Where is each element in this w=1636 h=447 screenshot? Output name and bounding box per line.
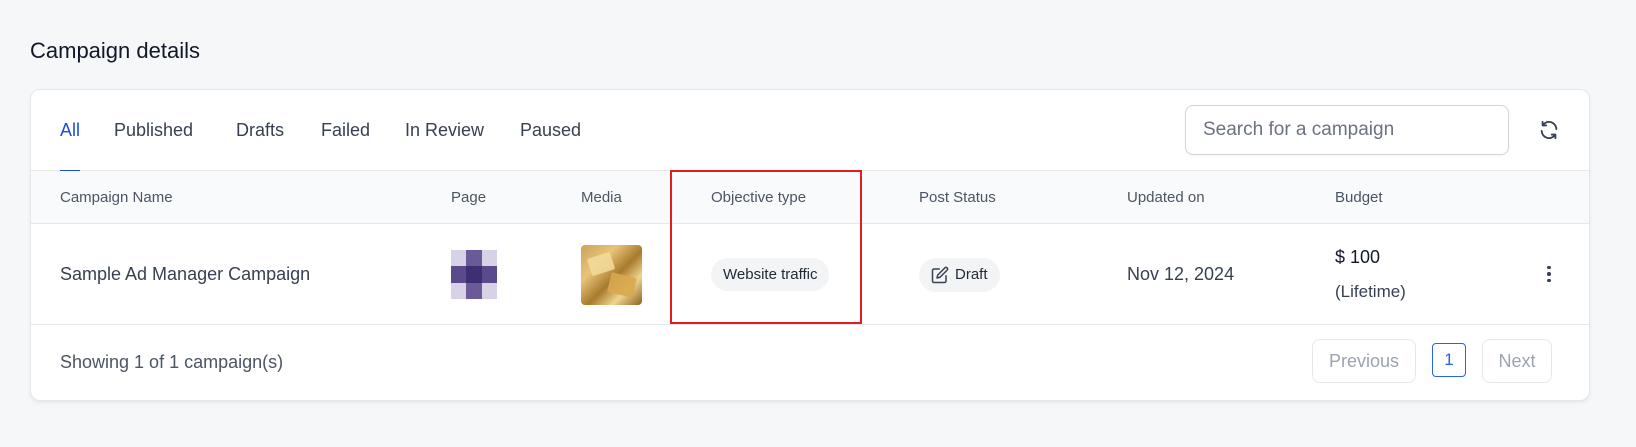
column-media: Media — [581, 189, 622, 206]
table-row[interactable]: Sample Ad Manager Campaign Website traff… — [31, 224, 1589, 325]
tab-failed[interactable]: Failed — [321, 90, 370, 171]
objective-type-badge: Website traffic — [711, 258, 830, 291]
campaign-name[interactable]: Sample Ad Manager Campaign — [60, 264, 310, 285]
updated-on-date: Nov 12, 2024 — [1127, 264, 1235, 284]
page-number-button[interactable]: 1 — [1432, 343, 1466, 377]
edit-icon — [931, 266, 949, 283]
tab-drafts[interactable]: Drafts — [236, 90, 284, 171]
column-post-status: Post Status — [919, 189, 996, 206]
search-input[interactable] — [1185, 105, 1509, 155]
showing-count: Showing 1 of 1 campaign(s) — [60, 351, 284, 372]
refresh-button[interactable] — [1535, 116, 1563, 144]
budget-type: (Lifetime) — [1335, 282, 1406, 301]
tab-in-review[interactable]: In Review — [405, 90, 484, 171]
page-title: Campaign details — [30, 38, 200, 63]
tab-published[interactable]: Published — [114, 90, 193, 171]
refresh-icon — [1540, 120, 1558, 140]
more-options-button[interactable] — [1541, 262, 1557, 286]
column-objective-type: Objective type — [711, 189, 807, 206]
post-status-badge: Draft — [919, 257, 1000, 292]
objective-type-label: Website traffic — [723, 266, 818, 283]
campaign-card: All Published Drafts Failed In Review Pa… — [30, 89, 1590, 401]
column-campaign-name: Campaign Name — [60, 189, 173, 206]
table-footer: Showing 1 of 1 campaign(s) Previous 1 Ne… — [31, 325, 1589, 399]
tab-all[interactable]: All — [60, 90, 81, 172]
budget-amount: $ 100 — [1335, 247, 1381, 267]
previous-button[interactable]: Previous — [1312, 339, 1416, 383]
column-updated-on: Updated on — [1127, 189, 1205, 206]
more-vertical-icon — [1547, 265, 1551, 270]
media-thumbnail[interactable] — [581, 244, 642, 305]
table-header: Campaign Name Page Media Objective type … — [31, 171, 1589, 224]
column-page: Page — [451, 189, 487, 206]
next-button[interactable]: Next — [1482, 339, 1552, 383]
page-avatar — [451, 249, 497, 300]
tab-paused[interactable]: Paused — [520, 90, 581, 171]
tabs-bar: All Published Drafts Failed In Review Pa… — [31, 90, 1589, 172]
post-status-label: Draft — [955, 266, 988, 283]
column-budget: Budget — [1335, 189, 1383, 206]
